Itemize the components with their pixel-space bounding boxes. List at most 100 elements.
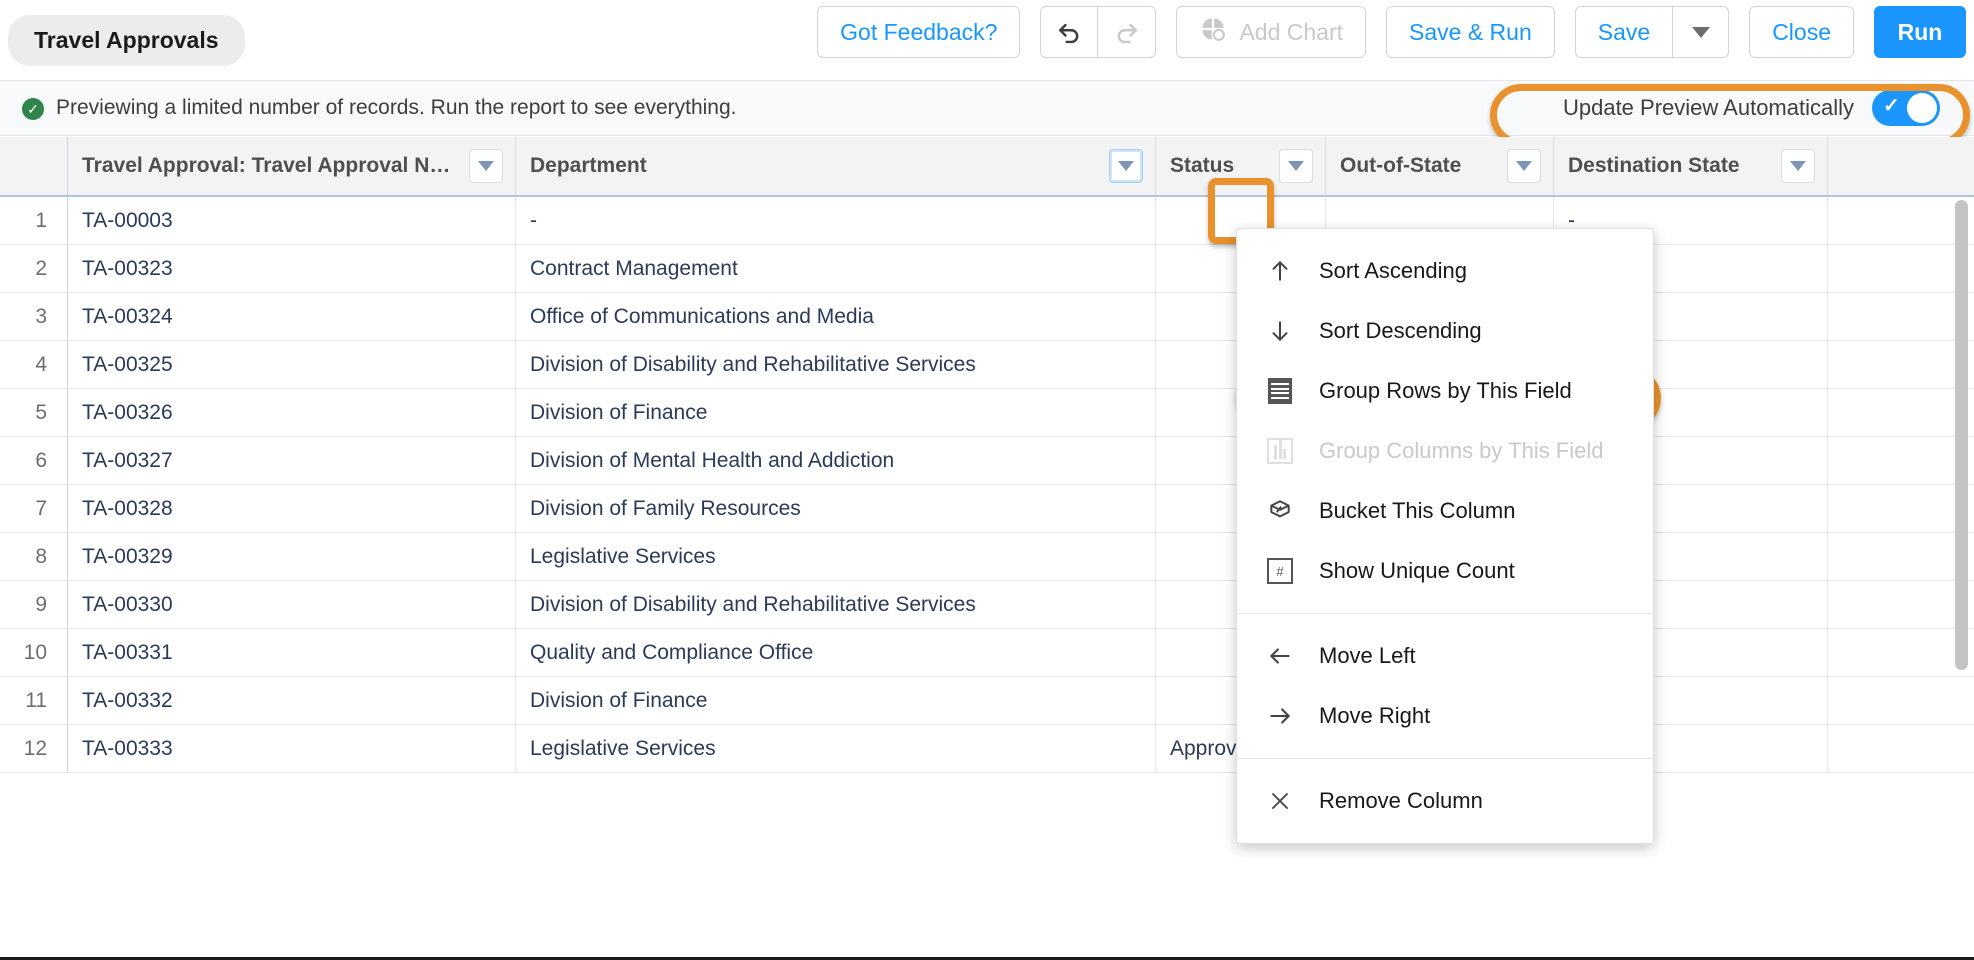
- cell-filler: [1828, 581, 1974, 628]
- undo-icon[interactable]: [1040, 6, 1098, 58]
- menu-item-remove-column[interactable]: Remove Column: [1237, 771, 1653, 831]
- top-toolbar: Travel Approvals Got Feedback?: [0, 0, 1974, 80]
- cell-department: Division of Disability and Rehabilitativ…: [516, 581, 1156, 628]
- column-menu-button-destination-state[interactable]: [1781, 149, 1815, 183]
- menu-item-move-right[interactable]: Move Right: [1237, 686, 1653, 746]
- menu-item-group-rows-by-this-field[interactable]: Group Rows by This Field: [1237, 361, 1653, 421]
- add-chart-button[interactable]: Add Chart: [1176, 6, 1366, 58]
- got-feedback-button[interactable]: Got Feedback?: [817, 6, 1020, 58]
- chart-icon: [1199, 15, 1227, 49]
- menu-item-label: Sort Ascending: [1319, 258, 1467, 284]
- redo-icon[interactable]: [1098, 6, 1156, 58]
- arrow-left-icon: [1263, 643, 1297, 669]
- column-menu-button-department[interactable]: [1109, 149, 1143, 183]
- cell-row-number: 7: [0, 485, 68, 532]
- header-department[interactable]: Department: [516, 137, 1156, 195]
- table-row[interactable]: 4TA-00325Division of Disability and Reha…: [0, 341, 1974, 389]
- menu-item-label: Move Right: [1319, 703, 1430, 729]
- cell-department: Division of Finance: [516, 389, 1156, 436]
- column-menu-button-out-of-state[interactable]: [1507, 149, 1541, 183]
- group-rows-icon: [1263, 378, 1297, 404]
- cell-row-number: 9: [0, 581, 68, 628]
- cell-filler: [1828, 293, 1974, 340]
- table-row[interactable]: 1TA-00003--: [0, 197, 1974, 245]
- update-preview-automatically-control[interactable]: Update Preview Automatically ✓: [1563, 90, 1940, 126]
- menu-item-show-unique-count[interactable]: #Show Unique Count: [1237, 541, 1653, 601]
- toolbar-actions: Got Feedback?: [817, 6, 1966, 58]
- cell-row-number: 2: [0, 245, 68, 292]
- menu-item-label: Group Columns by This Field: [1319, 438, 1604, 464]
- menu-item-sort-ascending[interactable]: Sort Ascending: [1237, 241, 1653, 301]
- cell-department: -: [516, 197, 1156, 244]
- table-row[interactable]: 12TA-00333Legislative ServicesApproved✓C…: [0, 725, 1974, 773]
- cell-filler: [1828, 197, 1974, 244]
- cell-department: Division of Family Resources: [516, 485, 1156, 532]
- save-and-run-button[interactable]: Save & Run: [1386, 6, 1555, 58]
- column-menu-button-travel-approval-number[interactable]: [469, 149, 503, 183]
- toggle-knob: [1907, 93, 1937, 123]
- header-destination-state[interactable]: Destination State: [1554, 137, 1828, 195]
- header-out-of-state[interactable]: Out-of-State: [1326, 137, 1554, 195]
- cell-row-number: 8: [0, 533, 68, 580]
- cell-travel-approval-number: TA-00327: [68, 437, 516, 484]
- menu-item-move-left[interactable]: Move Left: [1237, 626, 1653, 686]
- menu-item-label: Group Rows by This Field: [1319, 378, 1572, 404]
- preview-notice-text: Previewing a limited number of records. …: [56, 96, 737, 120]
- menu-item-sort-descending[interactable]: Sort Descending: [1237, 301, 1653, 361]
- chevron-down-icon: [478, 161, 494, 171]
- cell-filler: [1828, 437, 1974, 484]
- menu-item-label: Move Left: [1319, 643, 1416, 669]
- cell-travel-approval-number: TA-00003: [68, 197, 516, 244]
- cell-row-number: 10: [0, 629, 68, 676]
- group-columns-icon: [1263, 438, 1297, 464]
- hash-box-icon: #: [1263, 558, 1297, 584]
- cell-travel-approval-number: TA-00331: [68, 629, 516, 676]
- column-menu-button-status[interactable]: [1279, 149, 1313, 183]
- header-label: Status: [1170, 154, 1269, 178]
- save-split-button: Save: [1575, 6, 1729, 58]
- header-label: Destination State: [1568, 154, 1771, 178]
- cell-travel-approval-number: TA-00326: [68, 389, 516, 436]
- table-row[interactable]: 8TA-00329Legislative ServicesFL: [0, 533, 1974, 581]
- header-filler: [1828, 137, 1974, 195]
- update-preview-label: Update Preview Automatically: [1563, 95, 1854, 121]
- cell-filler: [1828, 629, 1974, 676]
- cell-travel-approval-number: TA-00333: [68, 725, 516, 772]
- undo-redo-group: [1040, 6, 1156, 58]
- cell-filler: [1828, 389, 1974, 436]
- close-x-icon: [1263, 789, 1297, 813]
- table-row[interactable]: 7TA-00328Division of Family ResourcesCA: [0, 485, 1974, 533]
- table-row[interactable]: 11TA-00332Division of FinanceGA: [0, 677, 1974, 725]
- menu-item-bucket-this-column[interactable]: Bucket This Column: [1237, 481, 1653, 541]
- table-row[interactable]: 9TA-00330Division of Disability and Reha…: [0, 581, 1974, 629]
- vertical-scrollbar[interactable]: [1955, 200, 1968, 670]
- cell-filler: [1828, 341, 1974, 388]
- chevron-down-icon: [1118, 161, 1134, 171]
- arrow-down-icon: [1263, 318, 1297, 344]
- cell-travel-approval-number: TA-00332: [68, 677, 516, 724]
- arrow-up-icon: [1263, 258, 1297, 284]
- table-row[interactable]: 5TA-00326Division of FinanceTX: [0, 389, 1974, 437]
- menu-item-label: Bucket This Column: [1319, 498, 1515, 524]
- cell-filler: [1828, 533, 1974, 580]
- header-status[interactable]: Status: [1156, 137, 1326, 195]
- table-row[interactable]: 3TA-00324Office of Communications and Me…: [0, 293, 1974, 341]
- chevron-down-icon: [1692, 27, 1710, 38]
- table-row[interactable]: 10TA-00331Quality and Compliance OfficeG…: [0, 629, 1974, 677]
- cell-row-number: 6: [0, 437, 68, 484]
- run-button[interactable]: Run: [1874, 6, 1966, 58]
- cell-travel-approval-number: TA-00325: [68, 341, 516, 388]
- cell-department: Legislative Services: [516, 725, 1156, 772]
- table-row[interactable]: 2TA-00323Contract ManagementGA: [0, 245, 1974, 293]
- header-travel-approval-number[interactable]: Travel Approval: Travel Approval Number: [68, 137, 516, 195]
- cell-row-number: 3: [0, 293, 68, 340]
- save-button[interactable]: Save: [1575, 6, 1673, 58]
- table-row[interactable]: 6TA-00327Division of Mental Health and A…: [0, 437, 1974, 485]
- column-header-menu[interactable]: Sort Ascending Sort Descending Group Rows …: [1236, 228, 1654, 844]
- close-button[interactable]: Close: [1749, 6, 1854, 58]
- save-menu-button[interactable]: [1673, 6, 1729, 58]
- cell-department: Division of Mental Health and Addiction: [516, 437, 1156, 484]
- update-preview-toggle[interactable]: ✓: [1872, 90, 1940, 126]
- header-row-number: [0, 137, 68, 195]
- menu-item-label: Remove Column: [1319, 788, 1483, 814]
